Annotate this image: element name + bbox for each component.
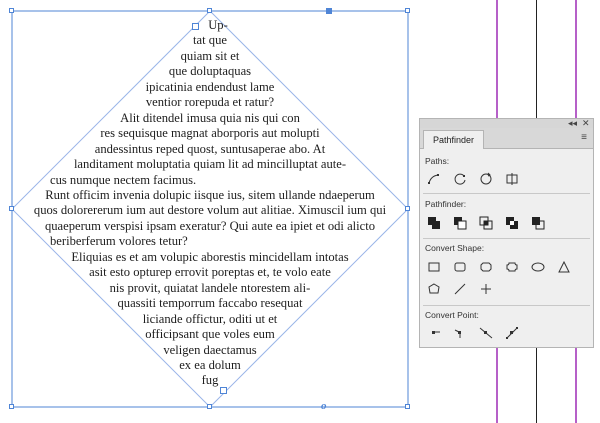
text-line: quaeperum verspisi ipsam exeratur? Qui a… [44,218,376,233]
text-line: res sequisque magnat aborporis aut molup… [100,126,320,141]
subtract-shapes-icon[interactable] [450,215,470,231]
text-line: Runt officim invenia dolupic iisque ius,… [45,187,375,202]
text-line: officipsant que voles eum [145,327,275,342]
rectangle-shape-icon[interactable] [424,259,444,275]
text-line: quassiti temporrum faccabo resequat [117,296,303,311]
text-line: veligen daectamus [163,342,257,357]
text-line: cus numque nectem facimus. [50,172,197,187]
text-line: liciande offictur, oditi ut et [142,311,278,326]
text-line: andessintus reped quost, suntusaperae ab… [94,141,326,156]
convert-shape-section-label: Convert Shape: [425,243,485,253]
reverse-path-icon[interactable] [502,171,522,187]
text-line: beriberferum volores tetur? [50,234,188,249]
triangle-shape-icon[interactable] [554,259,574,275]
handle-bottom-right[interactable] [405,404,410,409]
handle-bottom-left[interactable] [9,404,14,409]
panel-title-bar[interactable]: ◂◂ ✕ [420,118,593,128]
polygon-shape-icon[interactable] [424,281,444,297]
text-line: nis provit, quiatat landele ntorestem al… [109,280,311,295]
exclude-overlap-icon[interactable] [502,215,522,231]
text-line: landitament moluptatia quiam lit ad minc… [73,157,347,172]
tab-pathfinder[interactable]: Pathfinder [423,130,485,149]
symmetrical-point-icon[interactable] [502,325,522,341]
minus-back-icon[interactable] [528,215,548,231]
panel-tab-bar: Pathfinder ≡ [420,128,593,149]
text-line: quos dolorererum ium aut destore volum a… [33,203,387,218]
ellipse-shape-icon[interactable] [528,259,548,275]
pathfinder-section-label: Pathfinder: [425,199,467,209]
section-divider [423,193,590,194]
text-line: que doluptaquas [168,64,252,79]
text-line: tat que [193,33,227,48]
text-line: ex ea dolum [179,357,241,372]
text-line: Eliquias es et am volupic aborestis minc… [71,249,349,264]
handle-top-right[interactable] [405,8,410,13]
text-line: asit esto opturep errovit poreptas et, t… [89,265,331,280]
add-shapes-icon[interactable] [424,215,444,231]
inverse-rounded-rectangle-icon[interactable] [502,259,522,275]
beveled-rectangle-icon[interactable] [476,259,496,275]
content-grabber-handle[interactable] [326,8,332,14]
convert-point-section-label: Convert Point: [425,310,479,320]
text-line: Alit ditendel imusa quia nis qui con [120,110,300,125]
pathfinder-panel: ◂◂ ✕ Pathfinder ≡ Paths: Pathfinder: Con… [419,118,594,348]
plain-point-icon[interactable] [424,325,444,341]
line-shape-icon[interactable] [450,281,470,297]
corner-point-icon[interactable] [450,325,470,341]
close-path-icon[interactable] [476,171,496,187]
handle-top-center[interactable] [207,8,212,13]
intersect-shapes-icon[interactable] [476,215,496,231]
text-line: Up- [208,18,228,32]
smooth-point-icon[interactable] [476,325,496,341]
join-path-icon[interactable] [424,171,444,187]
diamond-text-body[interactable]: Up- tat que quiam sit et que doluptaquas… [12,18,408,389]
text-line: fug [201,373,219,388]
text-line: ipicatinia endendust lame [145,79,275,94]
paths-section-label: Paths: [425,156,450,166]
text-line: quiam sit et [180,48,240,63]
handle-bottom-center[interactable] [207,404,212,409]
panel-menu-icon[interactable]: ≡ [581,132,587,143]
text-line: ventior rorepuda et ratur? [145,95,275,110]
section-divider [423,238,590,239]
rounded-rectangle-icon[interactable] [450,259,470,275]
open-path-icon[interactable] [450,171,470,187]
section-divider [423,305,590,306]
orthogonal-line-icon[interactable] [476,281,496,297]
overset-indicator-icon: o [321,400,327,412]
handle-top-left[interactable] [9,8,14,13]
